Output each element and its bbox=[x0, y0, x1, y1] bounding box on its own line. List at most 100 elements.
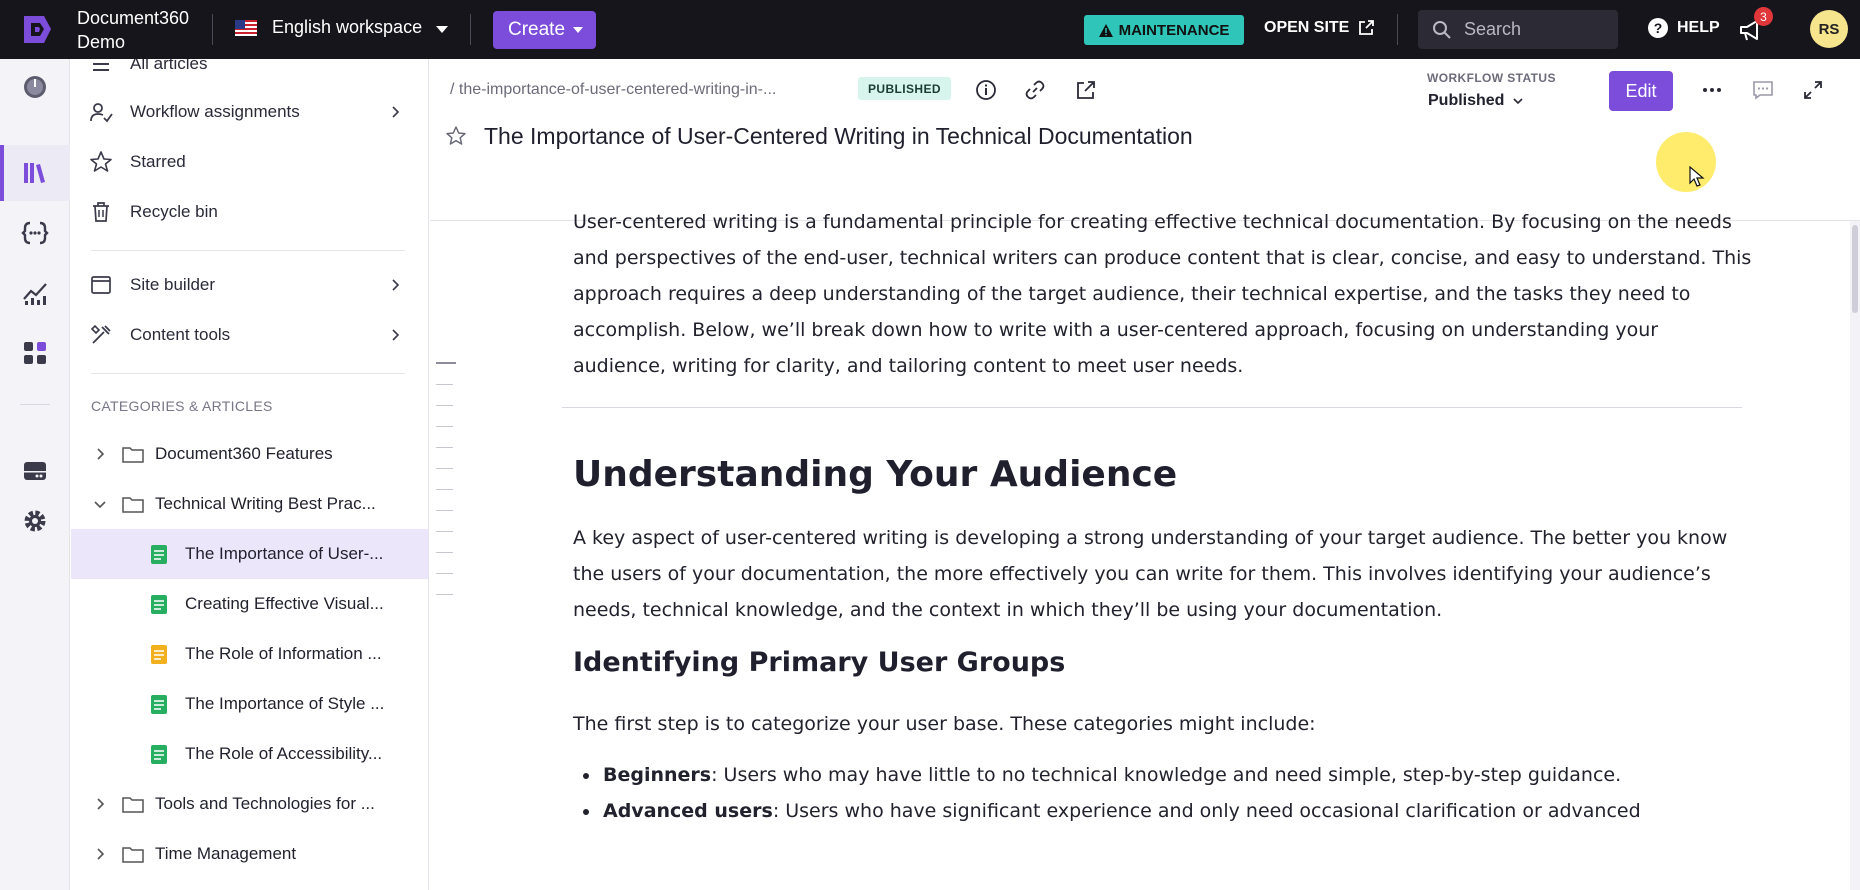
apps-icon bbox=[24, 342, 46, 364]
tree-article[interactable]: The Importance of Style ... bbox=[71, 679, 428, 729]
trash-icon bbox=[93, 202, 109, 222]
search-icon bbox=[1433, 20, 1451, 39]
chevron-right-icon bbox=[392, 279, 400, 291]
gear-icon bbox=[24, 510, 46, 532]
article-icon bbox=[151, 744, 167, 764]
tree-category[interactable]: Document360 Features bbox=[71, 429, 428, 479]
expand-icon[interactable] bbox=[1802, 79, 1824, 101]
divider bbox=[212, 14, 213, 45]
folder-icon bbox=[122, 797, 144, 813]
star-icon[interactable] bbox=[444, 124, 468, 148]
workflow-status-label: WORKFLOW STATUS bbox=[1427, 71, 1556, 85]
drive-icon bbox=[24, 462, 46, 480]
table-of-contents-minimap[interactable] bbox=[436, 362, 456, 615]
tree-category[interactable]: Technical Writing Best Prac... bbox=[71, 479, 428, 529]
edit-button[interactable]: Edit bbox=[1609, 71, 1673, 111]
article-draft-icon bbox=[151, 644, 167, 664]
chevron-down-icon[interactable] bbox=[436, 26, 448, 33]
nav-site-builder[interactable]: Site builder bbox=[71, 262, 428, 308]
svg-text:?: ? bbox=[1654, 20, 1663, 36]
chevron-right-icon[interactable] bbox=[93, 847, 107, 861]
tree-article[interactable]: The Role of Information ... bbox=[71, 629, 428, 679]
user-avatar[interactable]: RS bbox=[1810, 10, 1848, 48]
nav-workflow-assignments[interactable]: Workflow assignments bbox=[71, 89, 428, 135]
tree-article[interactable]: The Role of Accessibility... bbox=[71, 729, 428, 779]
notification-badge: 3 bbox=[1754, 7, 1773, 26]
folder-icon bbox=[122, 447, 144, 463]
tree-article-selected[interactable]: The Importance of User-... bbox=[71, 529, 428, 579]
chevron-down-icon bbox=[1513, 98, 1524, 105]
chevron-down-icon[interactable] bbox=[93, 497, 107, 511]
help-icon: ? bbox=[1648, 18, 1668, 38]
help-button[interactable]: ? HELP bbox=[1648, 18, 1720, 38]
divider bbox=[91, 373, 405, 374]
heading-understanding-audience: Understanding Your Audience bbox=[573, 454, 1178, 495]
navigation-panel: All articles Workflow assignments Starre… bbox=[71, 59, 429, 890]
tree-article[interactable]: Creating Effective Visual... bbox=[71, 579, 428, 629]
list-item: Beginners: Users who may have little to … bbox=[573, 757, 1753, 793]
workflow-status-dropdown[interactable]: Published bbox=[1428, 92, 1524, 110]
document360-logo-icon[interactable] bbox=[18, 13, 54, 46]
rail-dashboard[interactable] bbox=[0, 59, 70, 115]
nav-recycle-bin[interactable]: Recycle bin bbox=[71, 189, 428, 235]
brand-name[interactable]: Document360 Demo bbox=[77, 6, 189, 54]
open-site-link[interactable]: OPEN SITE bbox=[1264, 19, 1375, 37]
mouse-cursor-icon bbox=[1689, 166, 1705, 187]
article-view: / the-importance-of-user-centered-writin… bbox=[430, 59, 1860, 890]
workspace-selector[interactable]: English workspace bbox=[272, 17, 422, 38]
scrollbar-track[interactable] bbox=[1850, 221, 1860, 890]
nav-content-tools[interactable]: Content tools bbox=[71, 312, 428, 358]
search-box[interactable] bbox=[1418, 10, 1618, 49]
chevron-right-icon bbox=[392, 106, 400, 118]
search-input[interactable] bbox=[1464, 19, 1604, 40]
chevron-right-icon[interactable] bbox=[93, 447, 107, 461]
divider bbox=[91, 250, 405, 251]
nav-starred[interactable]: Starred bbox=[71, 139, 428, 185]
rail-analytics[interactable] bbox=[0, 265, 70, 321]
tree-category[interactable]: Tools and Technologies for ... bbox=[71, 779, 428, 829]
divider bbox=[20, 404, 50, 405]
article-icon bbox=[151, 594, 167, 614]
folder-icon bbox=[122, 847, 144, 863]
cursor-highlight bbox=[1656, 132, 1716, 192]
divider bbox=[562, 407, 1742, 408]
info-icon[interactable] bbox=[975, 79, 997, 101]
external-link-icon[interactable] bbox=[1075, 79, 1097, 101]
top-bar: Document360 Demo English workspace Creat… bbox=[0, 0, 1860, 59]
rail-api[interactable] bbox=[0, 205, 70, 261]
article-icon bbox=[151, 544, 167, 564]
scrollbar-thumb[interactable] bbox=[1852, 225, 1858, 313]
rail-integrations[interactable] bbox=[0, 325, 70, 381]
article-icon bbox=[151, 694, 167, 714]
chevron-right-icon[interactable] bbox=[93, 797, 107, 811]
rail-drive[interactable] bbox=[0, 443, 70, 499]
nav-all-articles[interactable]: All articles bbox=[71, 59, 428, 87]
comments-icon[interactable] bbox=[1752, 79, 1774, 101]
status-badge: PUBLISHED bbox=[858, 77, 951, 100]
window-icon bbox=[91, 276, 111, 294]
maintenance-badge[interactable]: MAINTENANCE bbox=[1084, 15, 1244, 45]
workflow-icon bbox=[90, 103, 113, 123]
folder-icon bbox=[122, 497, 144, 513]
paragraph: A key aspect of user-centered writing is… bbox=[573, 527, 1728, 621]
tree-category[interactable]: Time Management bbox=[71, 829, 428, 879]
breadcrumb[interactable]: / the-importance-of-user-centered-writin… bbox=[450, 81, 776, 99]
intro-paragraph: User-centered writing is a fundamental p… bbox=[573, 211, 1752, 377]
rail-documentation[interactable] bbox=[0, 145, 70, 201]
list-icon bbox=[93, 59, 109, 71]
documentation-icon bbox=[24, 163, 45, 183]
page-title: The Importance of User-Centered Writing … bbox=[484, 123, 1193, 149]
list-item: Advanced users: Users who have significa… bbox=[573, 793, 1753, 829]
us-flag-icon bbox=[235, 20, 257, 36]
dashboard-icon bbox=[24, 76, 46, 98]
icon-rail bbox=[0, 59, 70, 890]
link-icon[interactable] bbox=[1024, 79, 1046, 101]
create-button[interactable]: Create bbox=[493, 11, 596, 49]
api-icon bbox=[21, 221, 49, 245]
warning-icon bbox=[1098, 23, 1113, 37]
divider bbox=[470, 14, 471, 45]
more-options-icon[interactable] bbox=[1701, 79, 1723, 101]
chevron-right-icon bbox=[392, 329, 400, 341]
rail-settings[interactable] bbox=[0, 493, 70, 549]
heading-primary-user-groups: Identifying Primary User Groups bbox=[573, 647, 1066, 678]
